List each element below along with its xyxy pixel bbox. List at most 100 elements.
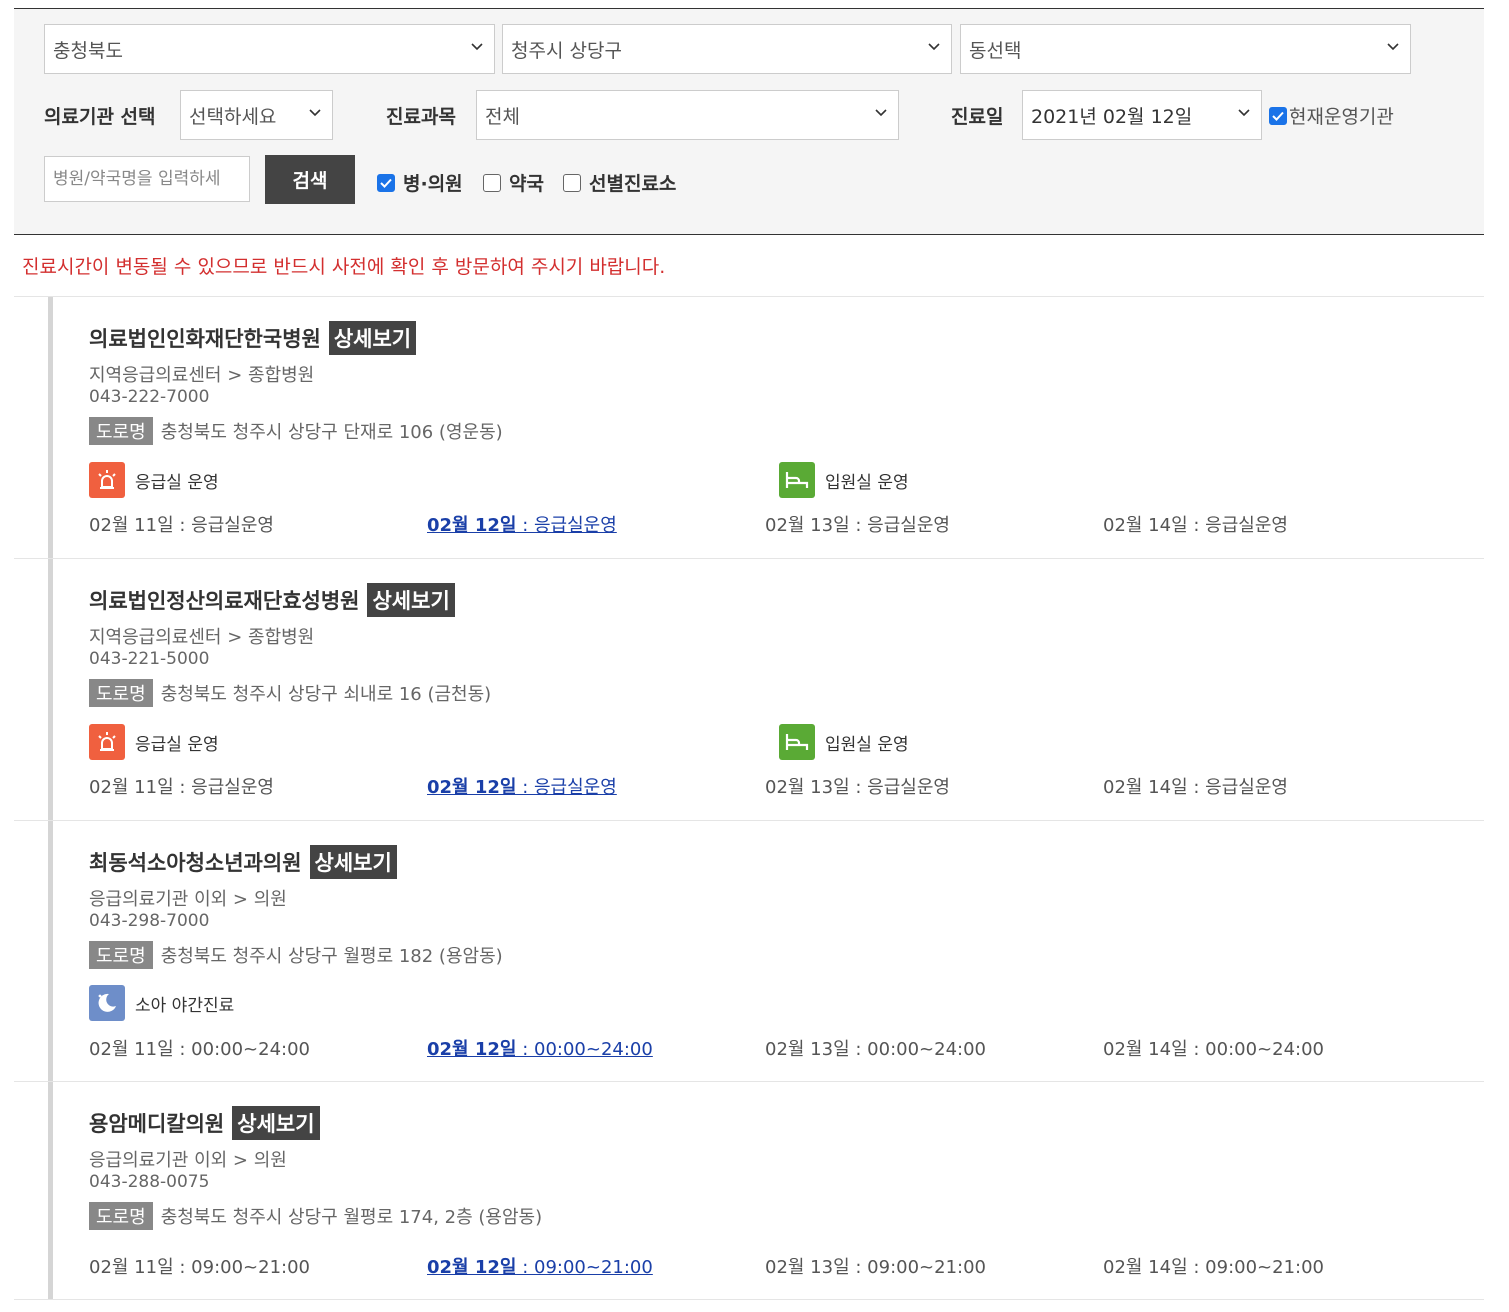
- hospital-category: 지역응급의료센터 > 종합병원: [89, 365, 315, 386]
- day-schedule-today[interactable]: 02월 12일 : 응급실운영: [427, 773, 617, 799]
- dong-select-value: 동선택: [969, 39, 1022, 62]
- day-schedule: 02월 11일 : 00:00~24:00: [89, 1039, 310, 1060]
- service-label: 응급실 운영: [135, 734, 219, 755]
- road-badge: 도로명: [89, 941, 153, 969]
- service-pediatric-night: 소아 야간진료: [89, 985, 234, 1021]
- type-hospital-label: 병·의원: [403, 173, 463, 195]
- hospital-category: 응급의료기관 이외 > 의원: [89, 889, 287, 910]
- card-accent-bar: [48, 1082, 53, 1299]
- moon-icon: [89, 985, 125, 1021]
- hospital-name: 용암메디칼의원: [89, 1112, 225, 1136]
- detail-button[interactable]: 상세보기: [232, 1106, 320, 1140]
- open-now-checkbox[interactable]: 현재운영기관: [1269, 102, 1394, 129]
- chevron-down-icon: [1238, 109, 1250, 117]
- day-schedule: 02월 14일 : 09:00~21:00: [1103, 1257, 1324, 1278]
- hospital-category: 응급의료기관 이외 > 의원: [89, 1150, 287, 1171]
- bed-icon: [779, 462, 815, 498]
- service-emergency: 응급실 운영: [89, 724, 219, 760]
- day-schedule: 02월 13일 : 09:00~21:00: [765, 1257, 986, 1278]
- type-hospital-checkbox[interactable]: 병·의원: [377, 169, 463, 196]
- hospital-card: 용암메디칼의원 상세보기 응급의료기관 이외 > 의원 043-288-0075…: [14, 1082, 1484, 1300]
- hospital-address: 충청북도 청주시 상당구 월평로 182 (용암동): [160, 946, 503, 967]
- day-schedule: 02월 13일 : 응급실운영: [765, 777, 950, 798]
- service-label: 소아 야간진료: [135, 995, 235, 1016]
- city-select[interactable]: 청주시 상당구: [502, 24, 952, 74]
- day-schedule: 02월 11일 : 09:00~21:00: [89, 1257, 310, 1278]
- day-schedule-today[interactable]: 02월 12일 : 응급실운영: [427, 511, 617, 537]
- checkbox-unchecked-icon: [563, 173, 581, 192]
- subject-select-value: 전체: [485, 105, 520, 128]
- hospital-name: 의료법인인화재단한국병원: [89, 327, 321, 351]
- hospital-address: 충청북도 청주시 상당구 월평로 174, 2층 (용암동): [160, 1207, 543, 1228]
- hospital-category: 지역응급의료센터 > 종합병원: [89, 627, 315, 648]
- date-select-value: 2021년 02월 12일: [1031, 105, 1193, 128]
- day-schedule: 02월 13일 : 응급실운영: [765, 515, 950, 536]
- subject-select[interactable]: 전체: [476, 90, 899, 140]
- dong-select[interactable]: 동선택: [960, 24, 1411, 74]
- service-inpatient: 입원실 운영: [779, 462, 909, 498]
- hospital-name: 의료법인정산의료재단효성병원: [89, 589, 360, 613]
- notice-text: 진료시간이 변동될 수 있으므로 반드시 사전에 확인 후 방문하여 주시기 바…: [22, 256, 666, 278]
- type-screening-checkbox[interactable]: 선별진료소: [563, 169, 676, 196]
- search-button[interactable]: 검색: [265, 155, 355, 204]
- hospital-address: 충청북도 청주시 상당구 단재로 106 (영운동): [160, 422, 503, 443]
- service-label: 입원실 운영: [825, 472, 909, 493]
- road-badge: 도로명: [89, 679, 153, 707]
- bed-icon: [779, 724, 815, 760]
- chevron-down-icon: [309, 109, 321, 117]
- service-emergency: 응급실 운영: [89, 462, 219, 498]
- detail-button[interactable]: 상세보기: [328, 321, 417, 355]
- day-schedule-today[interactable]: 02월 12일 : 09:00~21:00: [427, 1253, 653, 1279]
- chevron-down-icon: [928, 43, 940, 51]
- search-input[interactable]: [44, 156, 250, 202]
- chevron-down-icon: [875, 109, 887, 117]
- institution-select-value: 선택하세요: [189, 105, 277, 128]
- city-select-value: 청주시 상당구: [511, 39, 622, 62]
- hospital-phone: 043-288-0075: [89, 1172, 210, 1192]
- hospital-name: 최동석소아청소년과의원: [89, 851, 302, 875]
- card-accent-bar: [48, 559, 53, 820]
- hospital-card: 의료법인인화재단한국병원 상세보기 지역응급의료센터 > 종합병원 043-22…: [14, 297, 1484, 559]
- chevron-down-icon: [471, 43, 483, 51]
- province-select[interactable]: 충청북도: [44, 24, 495, 74]
- day-schedule-today[interactable]: 02월 12일 : 00:00~24:00: [427, 1035, 653, 1061]
- day-schedule: 02월 14일 : 00:00~24:00: [1103, 1039, 1324, 1060]
- hospital-card: 최동석소아청소년과의원 상세보기 응급의료기관 이외 > 의원 043-298-…: [14, 821, 1484, 1082]
- day-schedule: 02월 14일 : 응급실운영: [1103, 777, 1288, 798]
- detail-button[interactable]: 상세보기: [309, 845, 397, 879]
- subject-label: 진료과목: [386, 106, 456, 128]
- hospital-phone: 043-221-5000: [89, 649, 210, 669]
- day-schedule: 02월 13일 : 00:00~24:00: [765, 1039, 986, 1060]
- open-now-label: 현재운영기관: [1289, 106, 1394, 128]
- chevron-down-icon: [1387, 43, 1399, 51]
- date-select[interactable]: 2021년 02월 12일: [1022, 90, 1262, 140]
- service-label: 입원실 운영: [825, 734, 909, 755]
- hospital-address: 충청북도 청주시 상당구 쇠내로 16 (금천동): [160, 684, 492, 705]
- emergency-siren-icon: [89, 724, 125, 760]
- province-select-value: 충청북도: [53, 39, 123, 62]
- institution-label: 의료기관 선택: [44, 106, 156, 128]
- day-schedule: 02월 14일 : 응급실운영: [1103, 515, 1288, 536]
- type-pharmacy-checkbox[interactable]: 약국: [483, 169, 544, 196]
- road-badge: 도로명: [89, 417, 153, 445]
- checkbox-unchecked-icon: [483, 173, 501, 192]
- checkbox-checked-icon: [1269, 106, 1287, 125]
- detail-button[interactable]: 상세보기: [367, 583, 455, 617]
- emergency-siren-icon: [89, 462, 125, 498]
- day-schedule: 02월 11일 : 응급실운영: [89, 515, 274, 536]
- hospital-card: 의료법인정산의료재단효성병원 상세보기 지역응급의료센터 > 종합병원 043-…: [14, 559, 1484, 821]
- hospital-phone: 043-298-7000: [89, 911, 210, 931]
- service-inpatient: 입원실 운영: [779, 724, 909, 760]
- date-label: 진료일: [951, 106, 1004, 128]
- type-pharmacy-label: 약국: [509, 173, 544, 195]
- card-accent-bar: [48, 821, 53, 1081]
- type-screening-label: 선별진료소: [589, 173, 677, 195]
- institution-select[interactable]: 선택하세요: [180, 90, 333, 140]
- card-accent-bar: [48, 297, 53, 558]
- hospital-phone: 043-222-7000: [89, 387, 210, 407]
- road-badge: 도로명: [89, 1202, 153, 1230]
- day-schedule: 02월 11일 : 응급실운영: [89, 777, 274, 798]
- service-label: 응급실 운영: [135, 472, 219, 493]
- checkbox-checked-icon: [377, 173, 395, 192]
- search-panel: 충청북도 청주시 상당구 동선택 의료기관 선택 선택하세요 진료과목 전체 진…: [14, 8, 1484, 235]
